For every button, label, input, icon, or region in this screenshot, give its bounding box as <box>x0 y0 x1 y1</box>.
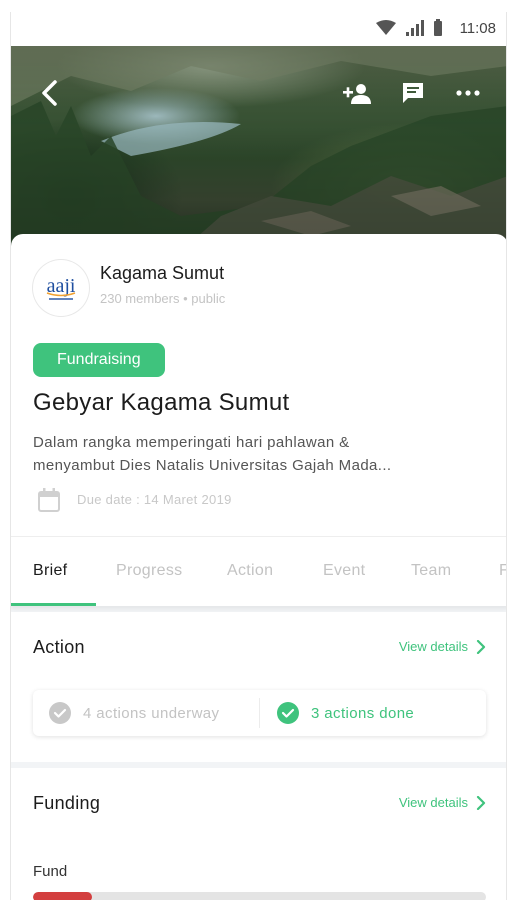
battery-icon <box>434 19 442 36</box>
check-circle-muted-icon <box>49 702 71 724</box>
group-logo-mark: aaji <box>47 275 76 300</box>
fund-progress-fill <box>33 892 92 900</box>
tab-bar: Brief Progress Action Event Team F <box>11 536 506 606</box>
tab-team[interactable]: Team <box>411 562 451 580</box>
cover-shade <box>11 46 506 251</box>
chat-icon <box>403 83 423 103</box>
add-member-icon <box>343 84 371 104</box>
chevron-right-icon <box>476 639 486 654</box>
more-options-button[interactable] <box>451 76 485 110</box>
status-time: 11:08 <box>459 20 496 37</box>
funding-section: Funding View details Fund <box>11 768 506 900</box>
back-button[interactable] <box>33 76 67 110</box>
cover-photo <box>11 46 506 251</box>
group-meta: 230 members • public <box>100 291 226 306</box>
due-date: Due date : 14 Maret 2019 <box>77 492 232 507</box>
divider <box>259 698 260 728</box>
wifi-icon <box>376 20 396 35</box>
active-tab-indicator <box>11 603 96 606</box>
app-screen: 11:08 aaji Kagama Sumut 230 members • pu… <box>10 12 507 900</box>
actions-done[interactable]: 3 actions done <box>277 690 414 736</box>
group-logo[interactable]: aaji <box>33 260 89 316</box>
action-view-details-link[interactable]: View details <box>399 639 486 654</box>
tab-brief[interactable]: Brief <box>33 562 67 580</box>
view-details-label: View details <box>398 795 468 810</box>
add-member-button[interactable] <box>341 76 375 110</box>
campaign-description: Dalam rangka memperingati hari pahlawan … <box>33 431 453 477</box>
description-line: Dalam rangka memperingati hari pahlawan … <box>33 434 350 451</box>
status-bar: 11:08 <box>11 12 506 46</box>
tab-action[interactable]: Action <box>227 562 273 580</box>
actions-underway-label: 4 actions underway <box>83 704 220 722</box>
campaign-title: Gebyar Kagama Sumut <box>33 389 290 416</box>
view-details-label: View details <box>398 639 468 654</box>
action-section: Action View details 4 actions underway 3… <box>11 612 506 762</box>
tab-progress[interactable]: Progress <box>116 562 182 580</box>
action-section-title: Action <box>33 637 85 657</box>
campaign-type-badge: Fundraising <box>33 343 165 377</box>
calendar-icon <box>38 488 60 512</box>
fund-label: Fund <box>33 863 68 880</box>
chevron-right-icon <box>476 795 486 810</box>
fund-progress-bar <box>33 892 486 900</box>
funding-section-title: Funding <box>33 793 101 813</box>
chat-button[interactable] <box>396 76 430 110</box>
actions-done-label: 3 actions done <box>311 704 415 722</box>
back-arrow-icon <box>42 80 57 106</box>
actions-underway[interactable]: 4 actions underway <box>49 690 219 736</box>
funding-view-details-link[interactable]: View details <box>399 795 486 810</box>
tab-event[interactable]: Event <box>323 562 365 580</box>
check-circle-icon <box>277 702 299 724</box>
more-icon <box>456 90 480 96</box>
description-line: menyambut Dies Natalis Universitas Gajah… <box>33 457 392 474</box>
action-summary: 4 actions underway 3 actions done <box>33 690 486 736</box>
group-name[interactable]: Kagama Sumut <box>100 263 224 284</box>
tab-overflow[interactable]: F <box>499 562 506 580</box>
signal-icon <box>406 20 424 36</box>
